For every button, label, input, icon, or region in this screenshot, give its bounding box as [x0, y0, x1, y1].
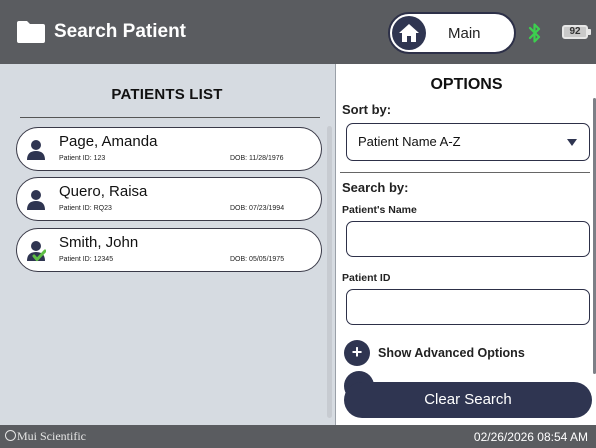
home-icon	[392, 16, 426, 50]
folder-icon	[17, 21, 45, 43]
status-bar: Mui Scientific 02/26/2026 08:54 AM	[0, 425, 596, 448]
brand-ring-icon	[5, 430, 16, 441]
datetime: 02/26/2026 08:54 AM	[473, 430, 588, 444]
patient-dob: DOB: 11/28/1976	[230, 155, 284, 162]
patient-name: Page, Amanda	[59, 133, 158, 150]
patient-id: Patient ID: 12345	[59, 256, 114, 263]
clear-search-button[interactable]: Clear Search	[344, 382, 592, 418]
patient-id-field-label: Patient ID	[342, 272, 391, 284]
sort-by-select[interactable]: Patient Name A-Z	[346, 123, 590, 161]
person-check-icon	[27, 241, 46, 261]
options-panel: OPTIONS Sort by: Patient Name A-Z Search…	[335, 64, 596, 425]
show-advanced-options-button[interactable]: + Show Advanced Options	[344, 338, 554, 368]
patients-list-panel: PATIENTS LIST Page, Amanda Patient ID: 1…	[0, 64, 334, 425]
patient-row-quero-raisa[interactable]: Quero, Raisa Patient ID: RQ23 DOB: 07/23…	[16, 177, 322, 221]
chevron-down-icon	[567, 139, 577, 146]
patient-row-smith-john[interactable]: Smith, John Patient ID: 12345 DOB: 05/05…	[16, 228, 322, 272]
patient-id: Patient ID: RQ23	[59, 205, 112, 212]
divider	[20, 117, 320, 118]
page-title: Search Patient	[54, 21, 186, 42]
options-title: OPTIONS	[430, 76, 503, 93]
sort-by-label: Sort by:	[342, 102, 392, 117]
header-bar: Search Patient Main 92	[0, 0, 596, 64]
plus-icon: +	[344, 340, 370, 366]
search-by-label: Search by:	[342, 180, 409, 195]
patient-dob: DOB: 05/05/1975	[230, 256, 285, 263]
main-button-label: Main	[448, 25, 481, 42]
patient-row-page-amanda[interactable]: Page, Amanda Patient ID: 123 DOB: 11/28/…	[16, 127, 322, 171]
person-icon	[27, 190, 45, 210]
main-menu-button[interactable]: Main	[388, 12, 516, 54]
bluetooth-icon	[528, 23, 541, 43]
sort-by-value: Patient Name A-Z	[358, 134, 461, 149]
patient-id: Patient ID: 123	[59, 155, 106, 162]
patients-list-scrollbar[interactable]	[327, 126, 332, 418]
patient-name: Smith, John	[59, 234, 139, 251]
brand-name: Mui Scientific	[17, 429, 86, 443]
patient-name: Quero, Raisa	[59, 183, 148, 200]
patients-list-title: PATIENTS LIST	[111, 86, 223, 103]
divider	[340, 172, 590, 173]
patient-id-input[interactable]	[346, 289, 590, 325]
app-window: Search Patient Main 92 PATIENTS LIST Pag…	[0, 0, 596, 448]
person-icon	[27, 140, 45, 160]
brand-logo: Mui Scientific	[5, 429, 86, 444]
patient-dob: DOB: 07/23/1994	[230, 205, 285, 212]
show-advanced-options-label: Show Advanced Options	[378, 346, 525, 360]
battery-level: 92	[569, 26, 581, 37]
patient-name-field-label: Patient's Name	[342, 204, 417, 216]
patient-name-input[interactable]	[346, 221, 590, 257]
battery-icon: 92	[562, 25, 591, 39]
